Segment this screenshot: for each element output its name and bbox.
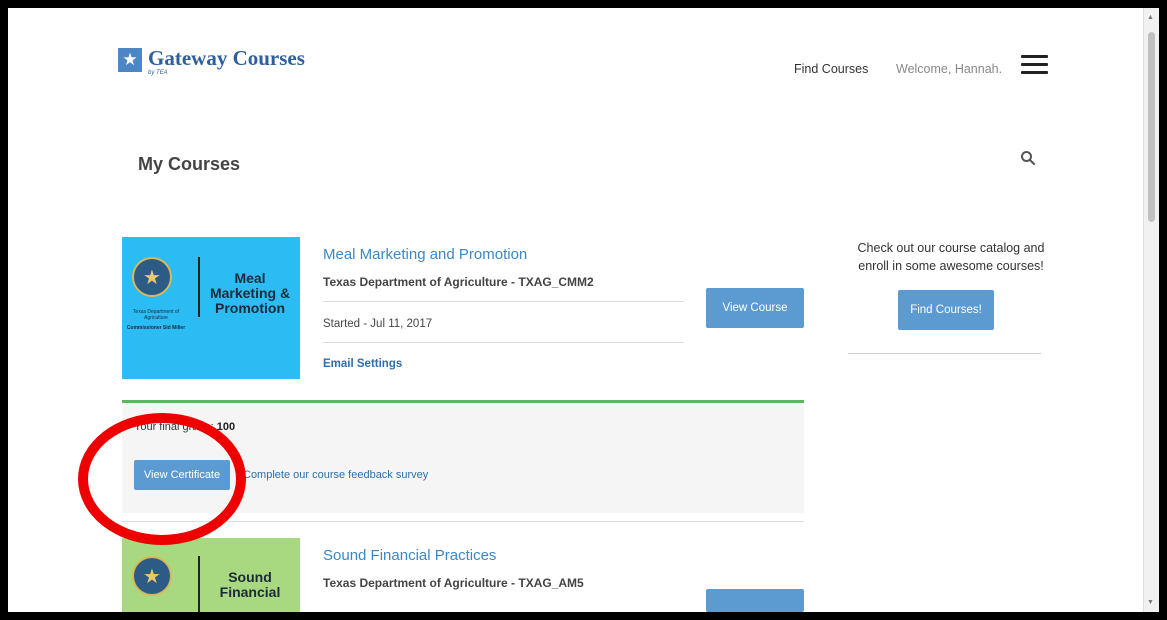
view-course-button[interactable]: View Course bbox=[706, 288, 804, 328]
nav-find-courses-link[interactable]: Find Courses bbox=[794, 62, 868, 76]
divider bbox=[323, 342, 684, 343]
nav-welcome-user[interactable]: Welcome, Hannah. bbox=[896, 62, 1002, 76]
scroll-down-icon[interactable]: ▼ bbox=[1147, 599, 1154, 606]
thumb-department: Texas Department of Agriculture bbox=[132, 309, 180, 321]
divider bbox=[323, 301, 684, 302]
scroll-up-icon[interactable]: ▲ bbox=[1147, 14, 1154, 21]
site-logo[interactable]: ★ Gateway Courses by TEA bbox=[106, 46, 305, 76]
final-grade-value: 100 bbox=[216, 421, 236, 433]
catalog-prompt-text: Check out our course catalog and enroll … bbox=[857, 241, 1045, 273]
final-grade-label: Your final grade: bbox=[134, 421, 214, 433]
logo-text: Gateway Courses bbox=[148, 46, 305, 70]
course-title-link[interactable]: Meal Marketing and Promotion bbox=[323, 246, 527, 263]
page: ★ Gateway Courses by TEA Find Courses We… bbox=[8, 8, 1151, 612]
search-icon[interactable] bbox=[1020, 150, 1036, 166]
thumb-divider bbox=[198, 257, 200, 317]
hamburger-menu-icon[interactable] bbox=[1021, 55, 1048, 75]
email-settings-link[interactable]: Email Settings bbox=[323, 358, 402, 370]
vertical-scrollbar[interactable]: ▲ ▼ bbox=[1143, 8, 1159, 612]
sidebar-divider bbox=[848, 353, 1041, 354]
course-title-link[interactable]: Sound Financial Practices bbox=[323, 547, 496, 564]
department-seal-icon bbox=[132, 556, 172, 596]
course-start-date: Started - Jul 11, 2017 bbox=[323, 318, 433, 330]
browser-viewport: ★ Gateway Courses by TEA Find Courses We… bbox=[8, 8, 1151, 612]
final-grade: Your final grade: 100 bbox=[134, 421, 235, 433]
divider bbox=[122, 521, 804, 522]
thumb-divider bbox=[198, 556, 200, 612]
view-certificate-button[interactable]: View Certificate bbox=[134, 460, 230, 490]
department-seal-icon bbox=[132, 257, 172, 297]
course-thumbnail[interactable]: Sound Financial bbox=[122, 538, 300, 612]
logo-subtitle: by TEA bbox=[148, 70, 168, 76]
view-course-button[interactable] bbox=[706, 589, 804, 612]
page-title: My Courses bbox=[138, 154, 241, 174]
course-completion-panel: Your final grade: 100 View Certificate C… bbox=[122, 400, 804, 513]
thumb-title: Meal Marketing & Promotion bbox=[209, 270, 291, 316]
thumb-title: Sound Financial bbox=[219, 569, 281, 600]
course-organization: Texas Department of Agriculture - TXAG_A… bbox=[323, 576, 584, 590]
course-thumbnail[interactable]: Texas Department of Agriculture Commissi… bbox=[122, 237, 300, 379]
scrollbar-thumb[interactable] bbox=[1148, 32, 1155, 222]
feedback-survey-link[interactable]: Complete our course feedback survey bbox=[243, 469, 428, 481]
find-courses-button[interactable]: Find Courses! bbox=[898, 290, 994, 330]
course-organization: Texas Department of Agriculture - TXAG_C… bbox=[323, 275, 594, 289]
thumb-commissioner: Commissioner Sid Miller bbox=[126, 325, 186, 331]
star-icon: ★ bbox=[118, 48, 142, 72]
